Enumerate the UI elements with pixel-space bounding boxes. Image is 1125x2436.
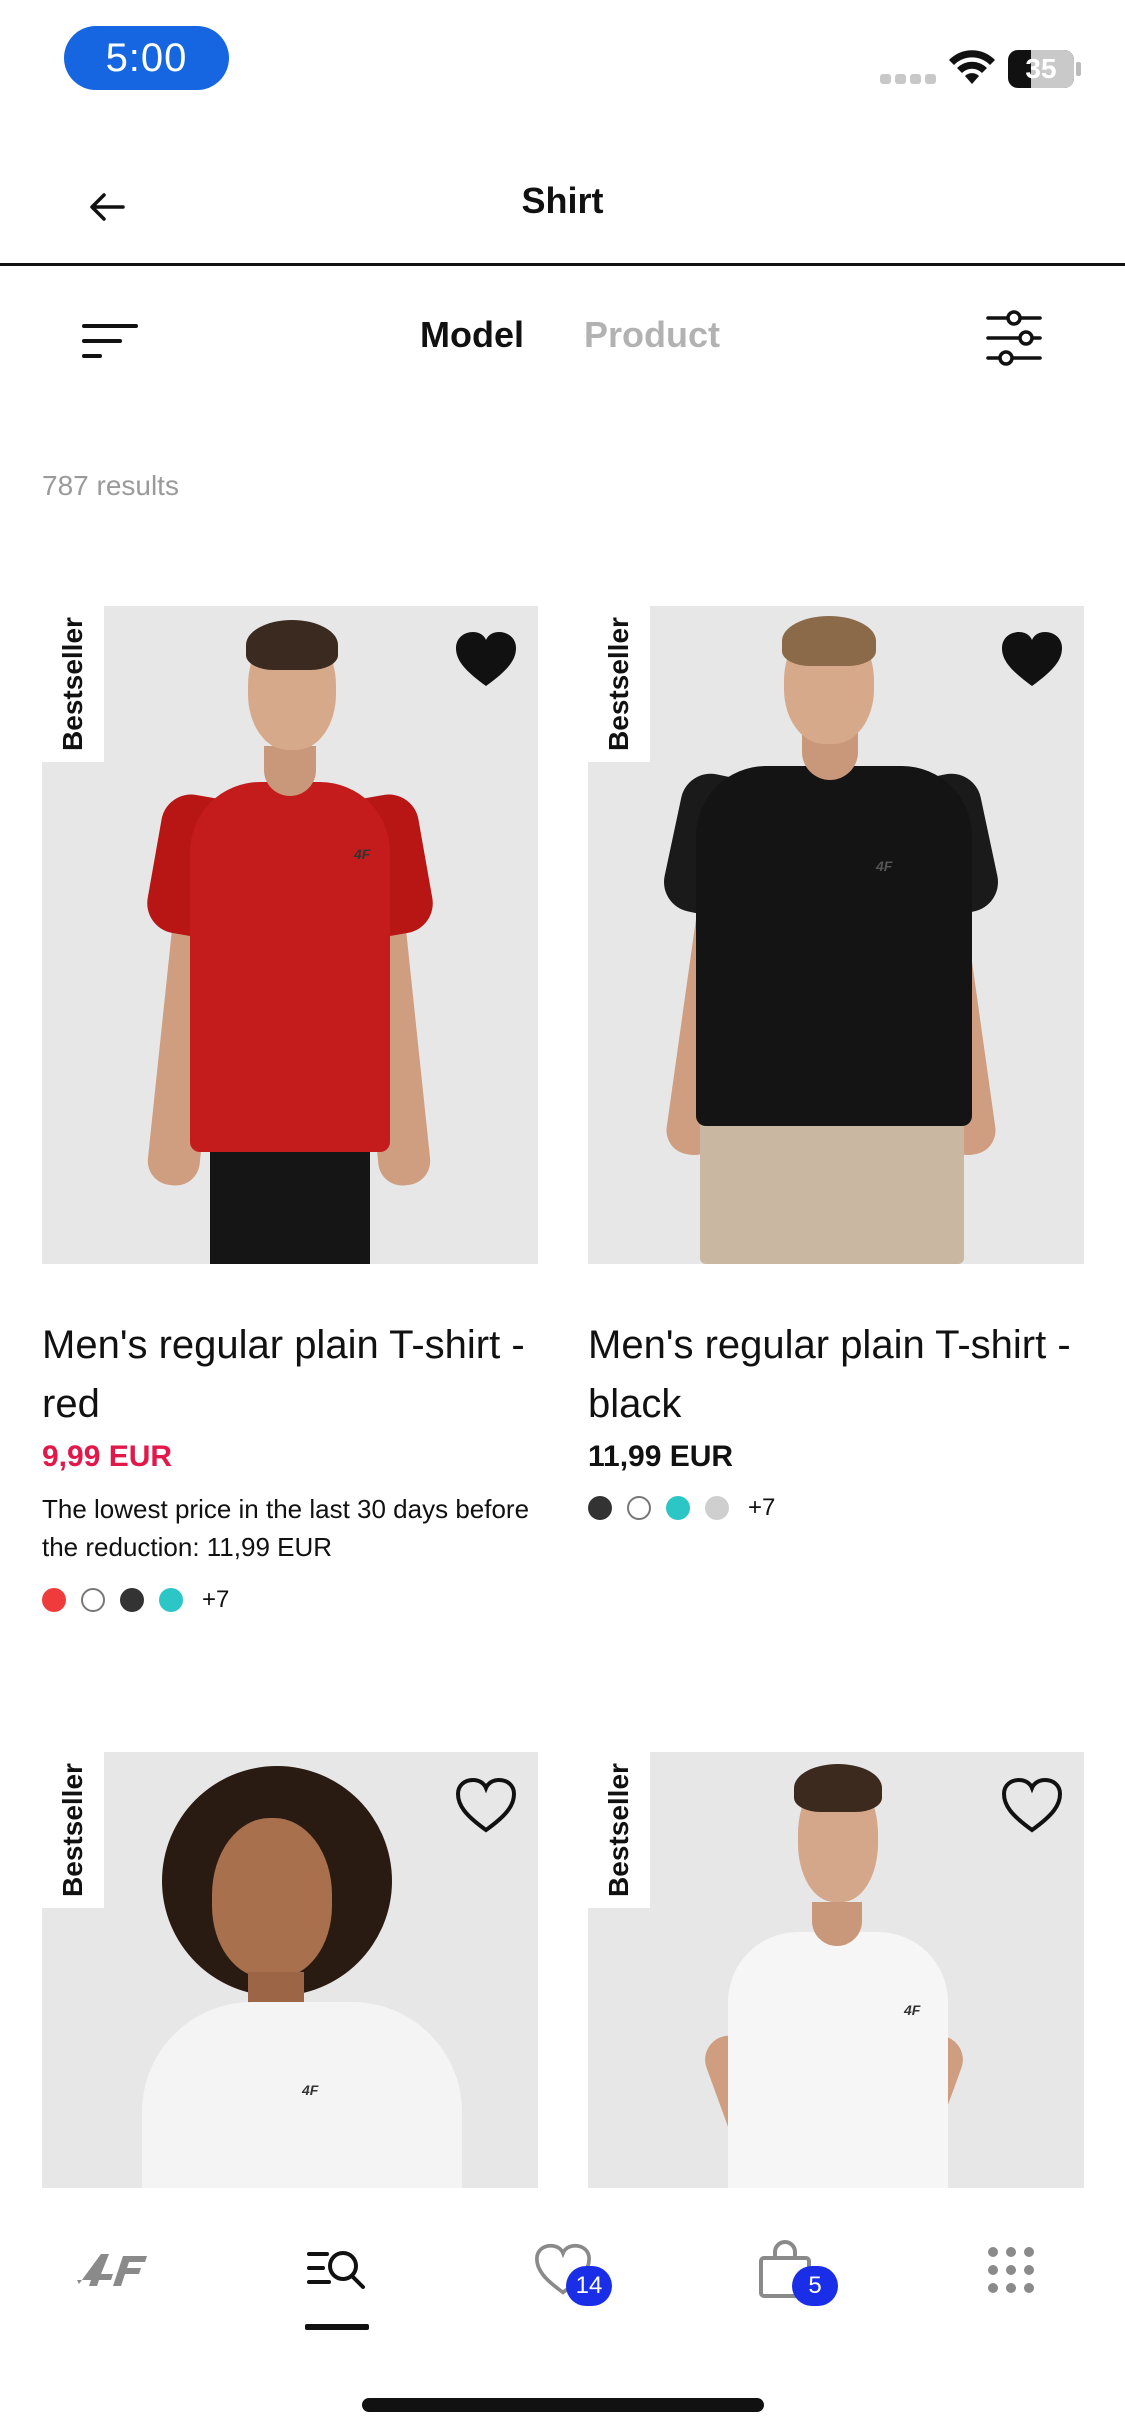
model-photo: 4F <box>42 606 538 1264</box>
nav-menu[interactable] <box>966 2230 1056 2310</box>
search-catalog-icon <box>307 2251 365 2289</box>
product-card[interactable]: 4F Bestseller <box>588 1752 1084 2188</box>
nav-catalog-search[interactable] <box>292 2230 382 2310</box>
color-swatch[interactable] <box>159 1588 183 1612</box>
product-card[interactable]: 4F Bestseller <box>42 1752 538 2188</box>
status-bar: 5:00 35 <box>0 0 1125 120</box>
product-image[interactable]: 4F Bestseller <box>42 1752 538 2188</box>
tab-product[interactable]: Product <box>584 314 720 356</box>
sort-lines-icon <box>82 324 138 358</box>
more-colors[interactable]: +7 <box>748 1494 775 1522</box>
cellular-signal-icon <box>880 74 936 84</box>
color-swatch[interactable] <box>120 1588 144 1612</box>
favorite-button[interactable] <box>1000 1776 1064 1836</box>
product-card[interactable]: 4F Bestseller Men's regular plain T-shir… <box>42 606 538 1614</box>
more-colors[interactable]: +7 <box>202 1586 229 1614</box>
color-swatch[interactable] <box>705 1496 729 1520</box>
battery-icon: 35 <box>1008 50 1082 88</box>
heart-outline-icon <box>455 1777 517 1833</box>
home-indicator <box>362 2398 764 2412</box>
sliders-icon <box>986 310 1042 366</box>
model-photo: 4F <box>588 606 1084 1264</box>
favorite-button[interactable] <box>1000 630 1064 690</box>
heart-outline-icon <box>1001 1777 1063 1833</box>
color-swatch[interactable] <box>42 1588 66 1612</box>
color-swatch[interactable] <box>81 1588 105 1612</box>
bestseller-badge: Bestseller <box>42 1752 104 1908</box>
active-tab-indicator <box>305 2324 369 2330</box>
toolbar: Model Product <box>0 300 1125 380</box>
battery-percent: 35 <box>1025 53 1057 84</box>
color-swatches: +7 <box>588 1494 1084 1522</box>
bestseller-badge: Bestseller <box>588 1752 650 1908</box>
4f-logo-icon <box>77 2254 147 2286</box>
status-time: 5:00 <box>64 26 229 90</box>
product-title[interactable]: Men's regular plain T-shirt - black <box>588 1316 1084 1434</box>
product-title[interactable]: Men's regular plain T-shirt - red <box>42 1316 538 1434</box>
favorites-count-badge: 14 <box>566 2266 612 2306</box>
product-image[interactable]: 4F Bestseller <box>588 606 1084 1264</box>
results-count: 787 results <box>42 470 179 501</box>
filter-button[interactable] <box>984 308 1044 368</box>
product-card[interactable]: 4F Bestseller Men's regular plain T-shir… <box>588 606 1084 1522</box>
product-price: 9,99 EUR <box>42 1440 173 1473</box>
heart-filled-icon <box>1002 632 1062 686</box>
grid-menu-icon <box>988 2247 1034 2293</box>
nav-home[interactable] <box>66 2230 156 2310</box>
heart-filled-icon <box>456 632 516 686</box>
product-image[interactable]: 4F Bestseller <box>588 1752 1084 2188</box>
color-swatch[interactable] <box>666 1496 690 1520</box>
color-swatch[interactable] <box>627 1496 651 1520</box>
nav-cart[interactable]: 5 <box>740 2230 838 2310</box>
tab-model[interactable]: Model <box>420 314 524 356</box>
bestseller-badge: Bestseller <box>42 606 104 762</box>
wifi-icon <box>949 50 995 84</box>
nav-favorites[interactable]: 14 <box>518 2230 612 2310</box>
header: Shirt <box>0 140 1125 266</box>
product-image[interactable]: 4F Bestseller <box>42 606 538 1264</box>
price-note: The lowest price in the last 30 days bef… <box>42 1494 530 1562</box>
color-swatches: +7 <box>42 1586 538 1614</box>
color-swatch[interactable] <box>588 1496 612 1520</box>
product-price: 11,99 EUR <box>588 1440 734 1473</box>
page-title: Shirt <box>521 180 604 221</box>
sort-button[interactable] <box>80 316 144 366</box>
bestseller-badge: Bestseller <box>588 606 650 762</box>
cart-count-badge: 5 <box>792 2266 838 2306</box>
favorite-button[interactable] <box>454 630 518 690</box>
favorite-button[interactable] <box>454 1776 518 1836</box>
